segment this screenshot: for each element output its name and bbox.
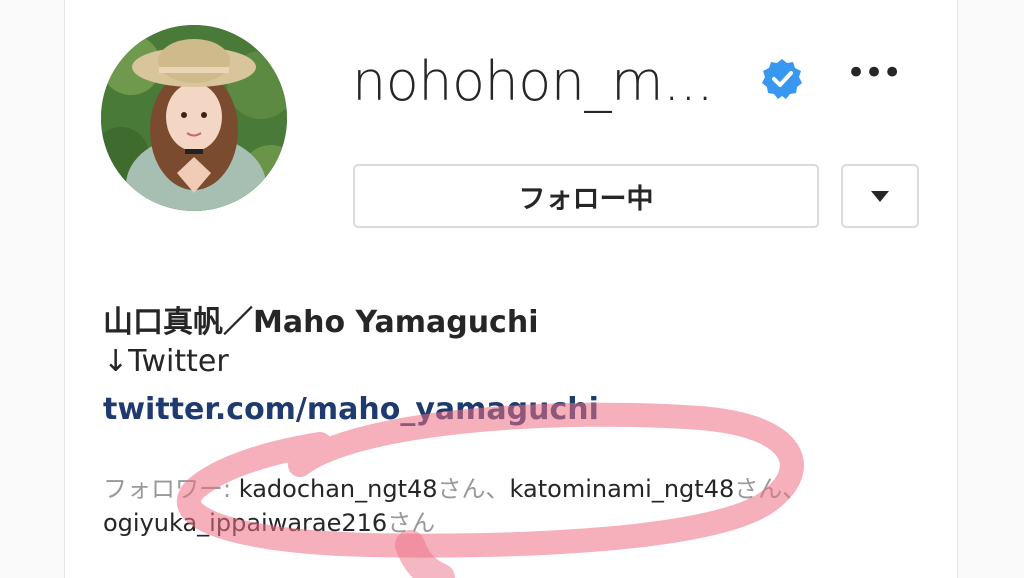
follower-account[interactable]: katominami_ngt48 [510,475,735,503]
followed-by-text[interactable]: フォロワー: kadochan_ngt48さん、katominami_ngt48… [103,472,863,540]
honorific-suffix: さん [734,475,783,503]
honorific-suffix: さん [387,509,436,537]
verified-badge-icon [762,59,802,99]
followed-by-prefix: フォロワー: [103,475,239,503]
follower-account[interactable]: kadochan_ngt48 [239,475,438,503]
separator: 、 [782,475,807,503]
bio-link[interactable]: twitter.com/maho_yamaguchi [103,392,599,427]
avatar-photo [101,25,287,211]
follower-account[interactable]: ogiyuka_ippaiwarae216 [103,509,387,537]
honorific-suffix: さん [437,475,486,503]
profile-username: nohohon_m... [352,50,714,113]
profile-avatar[interactable] [101,25,287,211]
more-options-icon[interactable]: ••• [846,56,902,94]
profile-full-name: 山口真帆／Maho Yamaguchi [103,305,539,340]
separator: 、 [485,475,510,503]
bio-text: ↓Twitter [103,344,229,379]
chevron-down-icon [871,190,889,202]
suggested-dropdown-button[interactable] [841,164,919,228]
following-button[interactable]: フォロー中 [353,164,819,228]
